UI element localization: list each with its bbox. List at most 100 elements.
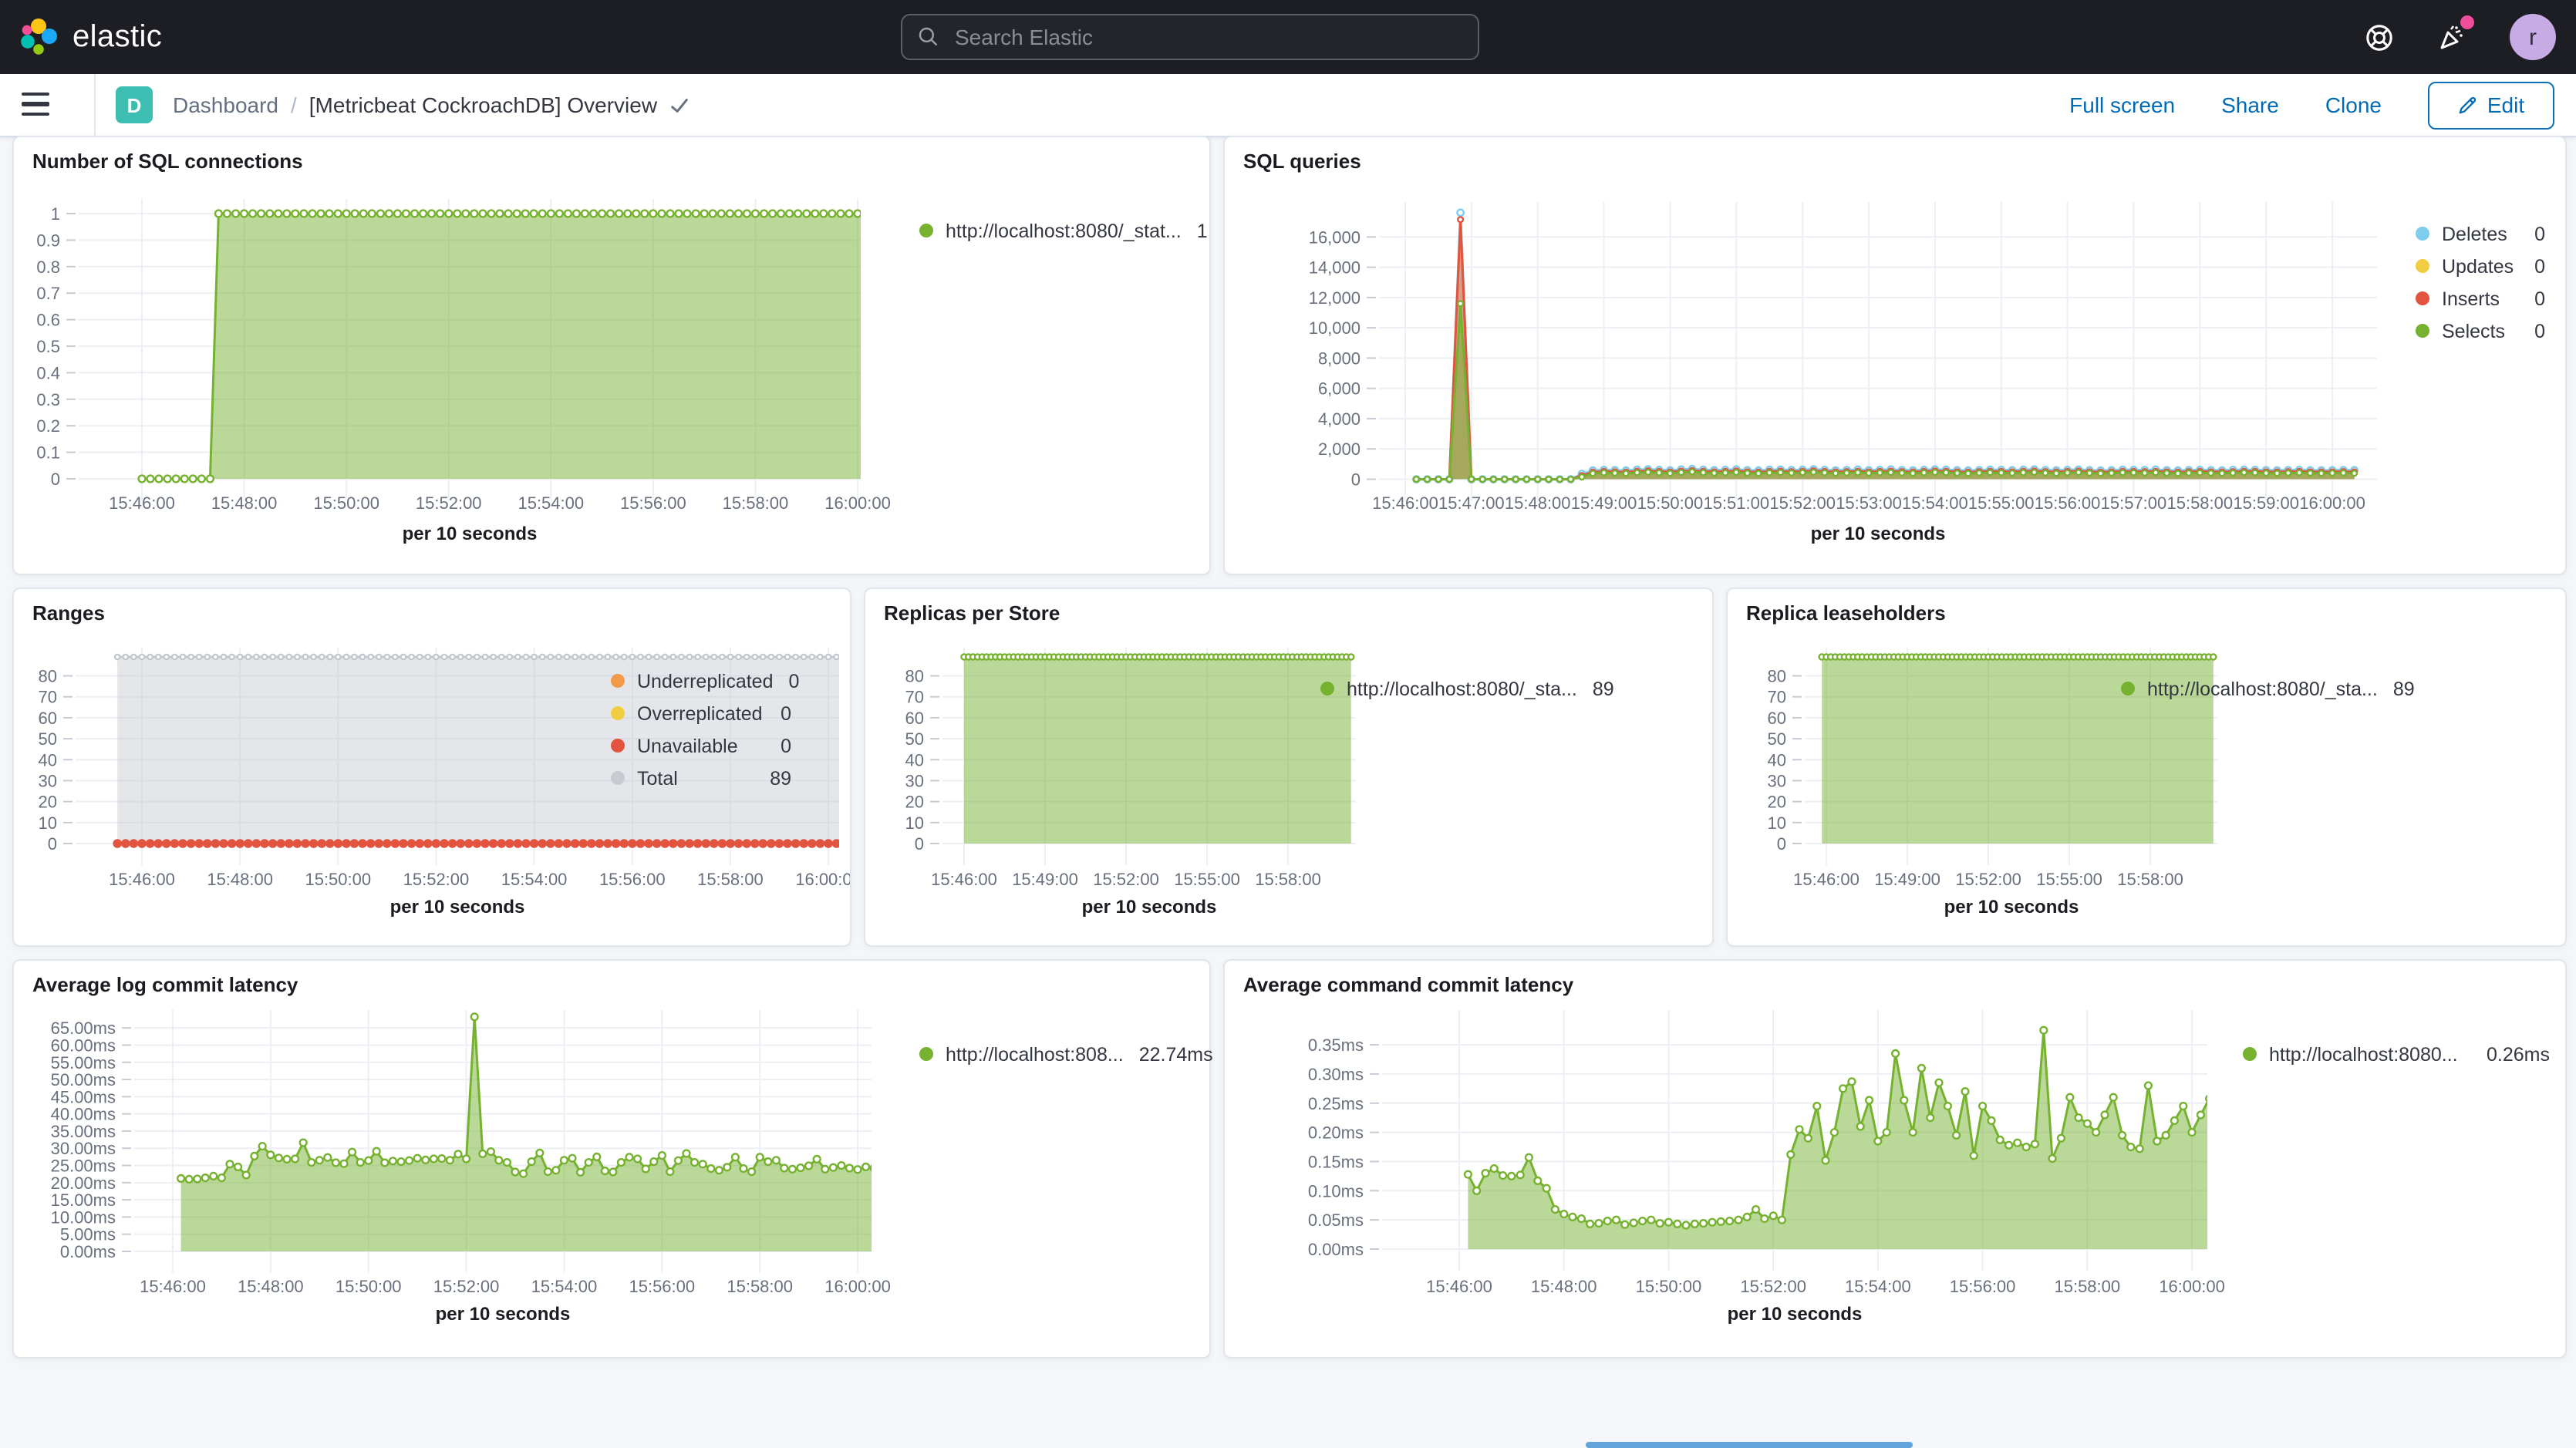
svg-text:0: 0 <box>1351 470 1360 490</box>
legend-dot <box>611 771 625 785</box>
svg-text:20.00ms: 20.00ms <box>51 1174 116 1193</box>
svg-text:0.1: 0.1 <box>36 443 60 463</box>
legend-item[interactable]: http://localhost:8080/_sta...89 <box>1320 672 1593 705</box>
svg-text:5.00ms: 5.00ms <box>60 1225 116 1244</box>
edit-button[interactable]: Edit <box>2428 81 2554 129</box>
notification-dot <box>2460 15 2474 29</box>
svg-text:15:59:00: 15:59:00 <box>2233 493 2299 513</box>
svg-text:80: 80 <box>39 667 57 686</box>
legend-item[interactable]: Deletes0 <box>2416 217 2545 250</box>
breadcrumb-dashboard-link[interactable]: Dashboard <box>173 93 278 117</box>
global-search[interactable] <box>901 14 1479 60</box>
panel-title: Replicas per Store <box>884 601 1060 625</box>
legend-item[interactable]: Inserts0 <box>2416 282 2545 315</box>
svg-text:15:50:00: 15:50:00 <box>1636 1277 1702 1296</box>
svg-text:50: 50 <box>1768 729 1786 749</box>
elastic-logo[interactable] <box>19 17 59 57</box>
share-button[interactable]: Share <box>2221 93 2279 117</box>
legend-dot <box>2416 259 2429 273</box>
svg-text:0.3: 0.3 <box>36 390 60 409</box>
svg-text:0.00ms: 0.00ms <box>60 1242 116 1261</box>
legend-item[interactable]: Updates0 <box>2416 250 2545 282</box>
svg-text:0: 0 <box>1777 834 1786 854</box>
svg-text:15:48:00: 15:48:00 <box>207 870 273 889</box>
svg-text:15:50:00: 15:50:00 <box>335 1277 402 1296</box>
svg-text:50.00ms: 50.00ms <box>51 1070 116 1089</box>
svg-text:15:51:00: 15:51:00 <box>1703 493 1769 513</box>
svg-text:15:54:00: 15:54:00 <box>1845 1277 1911 1296</box>
svg-text:15:52:00: 15:52:00 <box>403 870 470 889</box>
legend-item[interactable]: http://localhost:8080...0.26ms <box>2243 1038 2550 1070</box>
svg-text:70: 70 <box>905 688 924 707</box>
legend-item[interactable]: Underreplicated0 <box>611 665 791 697</box>
menu-icon[interactable] <box>22 93 49 116</box>
svg-text:40: 40 <box>1768 750 1786 769</box>
sql-connections-chart[interactable]: 10.90.80.70.60.50.40.30.20.1015:46:0015:… <box>14 137 1209 574</box>
legend-item[interactable]: http://localhost:808...22.74ms <box>919 1038 1195 1070</box>
legend-item[interactable]: Total89 <box>611 762 791 794</box>
log-commit-latency-chart[interactable]: 65.00ms60.00ms55.00ms50.00ms45.00ms40.00… <box>14 961 1209 1357</box>
search-input[interactable] <box>952 23 1478 51</box>
clone-button[interactable]: Clone <box>2325 93 2382 117</box>
svg-text:15:50:00: 15:50:00 <box>1637 493 1704 513</box>
horizontal-scrollbar[interactable] <box>1586 1442 1913 1448</box>
legend-dot <box>2243 1047 2257 1061</box>
help-icon[interactable] <box>2362 20 2396 54</box>
panel-sql-queries: SQL queries 16,00014,00012,00010,0008,00… <box>1223 136 2567 575</box>
check-icon[interactable] <box>669 95 690 115</box>
legend-item[interactable]: http://localhost:8080/_stat...1 <box>919 214 1194 247</box>
svg-text:15:57:00: 15:57:00 <box>2101 493 2167 513</box>
x-axis-title: per 10 seconds <box>76 896 839 918</box>
replicas-per-store-chart[interactable]: 8070605040302010015:46:0015:49:0015:52:0… <box>865 589 1712 945</box>
legend-item[interactable]: Unavailable0 <box>611 729 791 762</box>
legend-dot <box>2416 324 2429 338</box>
svg-text:8,000: 8,000 <box>1318 349 1360 368</box>
legend-item[interactable]: http://localhost:8080/_sta...89 <box>2121 672 2394 705</box>
svg-text:15:46:00: 15:46:00 <box>109 493 175 513</box>
legend-item[interactable]: Selects0 <box>2416 315 2545 347</box>
svg-text:16,000: 16,000 <box>1309 227 1360 247</box>
replica-leaseholders-chart[interactable]: 8070605040302010015:46:0015:49:0015:52:0… <box>1728 589 2565 945</box>
svg-text:15:49:00: 15:49:00 <box>1874 870 1940 889</box>
legend: http://localhost:8080/_stat...1 <box>919 214 1194 247</box>
panel-replicas-per-store: Replicas per Store 8070605040302010015:4… <box>864 588 1714 947</box>
svg-text:30: 30 <box>39 771 57 790</box>
svg-text:15:46:00: 15:46:00 <box>109 870 175 889</box>
legend-dot <box>919 1047 933 1061</box>
svg-text:15:54:00: 15:54:00 <box>531 1277 598 1296</box>
news-feed-icon[interactable] <box>2436 20 2470 54</box>
svg-text:80: 80 <box>1768 667 1786 686</box>
svg-text:6,000: 6,000 <box>1318 379 1360 399</box>
legend: Deletes0 Updates0 Inserts0 Selects0 <box>2416 217 2545 347</box>
command-commit-latency-chart[interactable]: 0.35ms0.30ms0.25ms0.20ms0.15ms0.10ms0.05… <box>1225 961 2565 1357</box>
svg-text:15:46:00: 15:46:00 <box>1372 493 1438 513</box>
panel-sql-connections: Number of SQL connections 10.90.80.70.60… <box>12 136 1211 575</box>
svg-text:15:52:00: 15:52:00 <box>1740 1277 1806 1296</box>
svg-text:80: 80 <box>905 667 924 686</box>
legend-item[interactable]: Overreplicated0 <box>611 697 791 729</box>
x-axis-title: per 10 seconds <box>1379 523 2377 544</box>
sql-queries-chart[interactable]: 16,00014,00012,00010,0008,0006,0004,0002… <box>1225 137 2565 574</box>
panel-ranges: Ranges 8070605040302010015:46:0015:48:00… <box>12 588 851 947</box>
user-avatar[interactable]: r <box>2510 14 2556 60</box>
svg-text:15:46:00: 15:46:00 <box>1426 1277 1492 1296</box>
svg-text:15:58:00: 15:58:00 <box>697 870 764 889</box>
pencil-icon <box>2458 95 2478 115</box>
legend-dot <box>919 224 933 237</box>
full-screen-button[interactable]: Full screen <box>2069 93 2175 117</box>
svg-text:15:58:00: 15:58:00 <box>1255 870 1321 889</box>
svg-text:65.00ms: 65.00ms <box>51 1019 116 1038</box>
svg-text:15:54:00: 15:54:00 <box>1902 493 1968 513</box>
svg-text:0.2: 0.2 <box>36 416 60 436</box>
legend: http://localhost:8080/_sta...89 <box>1320 672 1593 705</box>
svg-text:15.00ms: 15.00ms <box>51 1190 116 1210</box>
svg-text:12,000: 12,000 <box>1309 288 1360 308</box>
svg-text:0.8: 0.8 <box>36 258 60 277</box>
svg-text:0.20ms: 0.20ms <box>1308 1123 1364 1143</box>
svg-text:15:56:00: 15:56:00 <box>599 870 666 889</box>
x-axis-title: per 10 seconds <box>79 523 861 544</box>
svg-text:16:00:00: 16:00:00 <box>824 1277 891 1296</box>
dashboard-app-badge[interactable]: D <box>116 86 153 123</box>
svg-text:30: 30 <box>1768 771 1786 790</box>
svg-text:15:58:00: 15:58:00 <box>2054 1277 2120 1296</box>
